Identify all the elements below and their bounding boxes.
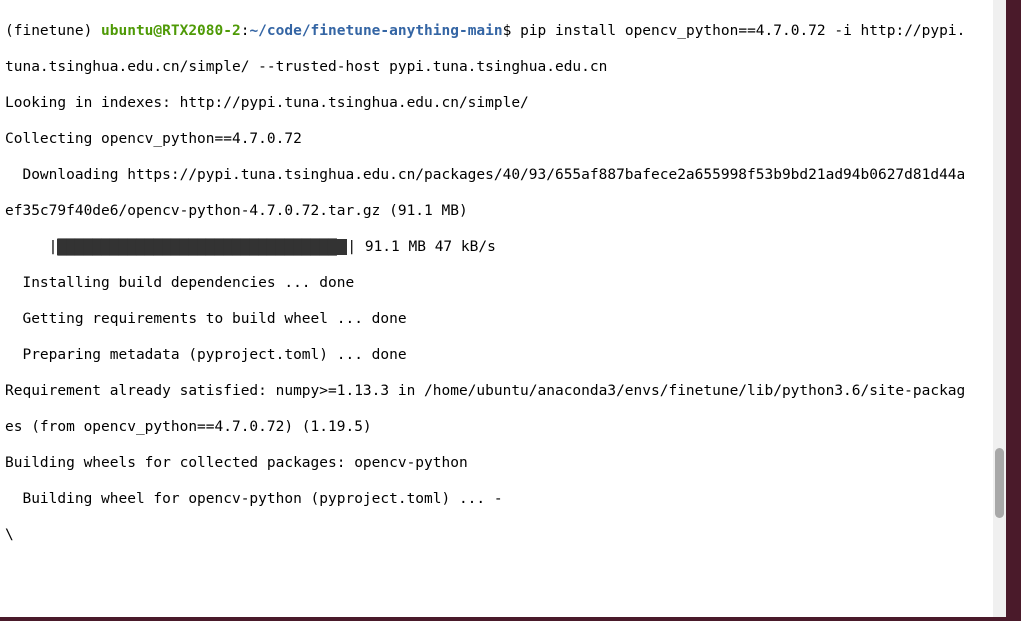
scrollbar-track[interactable] (993, 0, 1006, 617)
output-line: Preparing metadata (pyproject.toml) ... … (5, 346, 1006, 364)
progress-bar: ████████████████████████████████ (57, 239, 347, 255)
output-line: Collecting opencv_python==4.7.0.72 (5, 130, 1006, 148)
output-line: \ (5, 526, 1006, 544)
prompt-path: ~/code/finetune-anything-main (249, 23, 502, 39)
output-line: Requirement already satisfied: numpy>=1.… (5, 382, 1006, 400)
progress-prefix: | (5, 239, 57, 255)
output-line: es (from opencv_python==4.7.0.72) (1.19.… (5, 418, 1006, 436)
terminal-window[interactable]: (finetune) ubuntu@RTX2080-2:~/code/finet… (0, 0, 1006, 617)
output-line: Building wheels for collected packages: … (5, 454, 1006, 472)
output-line: ef35c79f40de6/opencv-python-4.7.0.72.tar… (5, 202, 1006, 220)
output-line: tuna.tsinghua.edu.cn/simple/ --trusted-h… (5, 58, 1006, 76)
output-line (5, 598, 1006, 616)
prompt-user-host: ubuntu@RTX2080-2 (101, 23, 241, 39)
output-line: Installing build dependencies ... done (5, 274, 1006, 292)
prompt-dollar: $ (503, 23, 520, 39)
output-line: Building wheel for opencv-python (pyproj… (5, 490, 1006, 508)
output-line: Downloading https://pypi.tuna.tsinghua.e… (5, 166, 1006, 184)
command-text: pip install opencv_python==4.7.0.72 -i h… (520, 23, 965, 39)
output-line: Getting requirements to build wheel ... … (5, 310, 1006, 328)
output-line (5, 562, 1006, 580)
prompt-env: (finetune) (5, 23, 101, 39)
output-line: |████████████████████████████████| 91.1 … (5, 238, 1006, 256)
scrollbar-thumb[interactable] (995, 448, 1004, 518)
output-line: Looking in indexes: http://pypi.tuna.tsi… (5, 94, 1006, 112)
progress-suffix: | 91.1 MB 47 kB/s (347, 239, 495, 255)
